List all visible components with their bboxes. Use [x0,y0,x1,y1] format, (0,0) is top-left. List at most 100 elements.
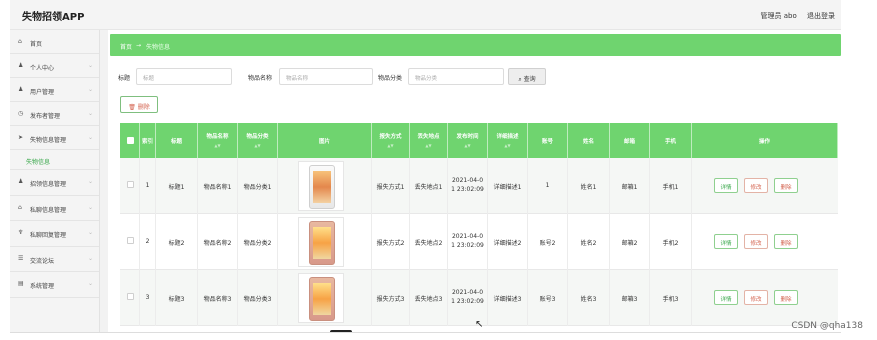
sort-icon[interactable]: ▲▼ [410,143,447,148]
cell-text: 物品名称1 [203,184,232,191]
cell-text: 标题1 [168,184,185,191]
column-header-label: 姓名 [582,139,594,145]
delete-button[interactable]: 删除 [774,290,798,305]
row-checkbox[interactable] [127,237,134,244]
column-header-email[interactable]: 邮箱 [610,123,650,158]
cell-phone: 手机3 [650,270,692,326]
cell-account: 1 [528,158,568,214]
select-all-checkbox[interactable] [127,137,134,144]
phone-image [309,221,335,265]
item-image[interactable] [298,217,344,267]
item-image[interactable] [298,161,344,211]
row-checkbox[interactable] [127,293,134,300]
sidebar-subitem-lost-info[interactable]: 失物信息 [10,150,99,170]
delete-button[interactable]: 删除 [774,178,798,193]
sort-icon[interactable]: ▲▼ [372,143,409,148]
cell-text: 手机1 [662,184,679,191]
cell-phone: 手机1 [650,158,692,214]
home-icon: ⌂ [18,38,22,45]
query-button[interactable]: ⌕ 查询 [508,68,546,85]
chevron-down-icon: ⌄ [87,254,93,262]
sidebar-item[interactable]: ➤ 失物信息管理 ⌄ [10,126,99,150]
sidebar-item[interactable]: ▤ 系统管理 ⌄ [10,272,99,298]
phone-screen [313,283,331,315]
column-header-title[interactable]: 标题 [156,123,198,158]
column-header-check [120,123,140,158]
cell-name: 姓名1 [568,158,610,214]
sidebar-item-label: 发布者管理 [30,113,61,120]
cell-actions: 详情 修改 删除 [692,270,838,326]
column-header-index[interactable]: 索引 [140,123,156,158]
sidebar-item[interactable]: ♆ 私聊回复管理 ⌄ [10,221,99,247]
time-line-2: 1 23:02:09 [451,298,484,305]
cell-detail-desc: 详细描述1 [488,158,528,214]
column-header-account[interactable]: 账号 [528,123,568,158]
cell-item-category: 物品分类1 [238,158,278,214]
search-category-input[interactable]: 物品分类 [408,68,504,85]
cell-title: 标题3 [156,270,198,326]
table-header: 索引 标题 物品名称 ▲▼ 物品分类 ▲▼ 图片 报失方式 ▲▼ 丢失地点 ▲▼ 发布时间 ▲▼ 详细描述… [120,123,838,158]
cell-title: 标题1 [156,158,198,214]
detail-button[interactable]: 详情 [714,290,738,305]
sort-icon[interactable]: ▲▼ [488,143,527,148]
sort-icon[interactable]: ▲▼ [198,143,237,148]
edit-button[interactable]: 修改 [744,290,768,305]
column-header-detail-desc[interactable]: 详细描述 ▲▼ [488,123,528,158]
time-line-2: 1 23:02:09 [451,242,484,249]
sidebar-item[interactable]: ♟ 招领信息管理 ⌄ [10,170,99,196]
cell-text: 丢失地点3 [414,296,443,303]
edit-button[interactable]: 修改 [744,234,768,249]
delete-button[interactable]: 删除 [774,234,798,249]
clock-icon: ◷ [18,110,24,117]
item-image[interactable] [298,273,344,323]
column-header-publish-time[interactable]: 发布时间 ▲▼ [448,123,488,158]
sidebar-item[interactable]: ♟ 用户管理 ⌄ [10,78,99,102]
breadcrumb-home[interactable]: 首页 [120,42,132,51]
column-header-lost-place[interactable]: 丢失地点 ▲▼ [410,123,448,158]
cell-text: 1 [545,182,550,189]
cell-text: 物品名称2 [203,240,232,247]
column-header-contact[interactable]: 报失方式 ▲▼ [372,123,410,158]
cell-text: 报失方式3 [376,296,405,303]
detail-button[interactable]: 详情 [714,234,738,249]
sidebar-item-label: 个人中心 [30,65,55,72]
cell-text: 3 [145,294,150,301]
sidebar-item[interactable]: ☰ 交流论坛 ⌄ [10,247,99,272]
column-header-item-name[interactable]: 物品名称 ▲▼ [198,123,238,158]
column-header-image[interactable]: 图片 [278,123,372,158]
batch-delete-button[interactable]: 🗑 删除 [120,96,158,113]
logout-link[interactable]: 退出登录 [807,12,835,20]
phone-image [309,277,335,321]
cell-publish-time: 2021-04-0 1 23:02:09 [448,214,488,270]
sidebar-item[interactable]: ⌂ 私聊信息管理 ⌄ [10,196,99,221]
cell-contact: 报失方式1 [372,158,410,214]
search-icon: ⌕ [518,76,522,83]
users-icon: ♟ [18,86,24,93]
column-header-name[interactable]: 姓名 [568,123,610,158]
column-header-item-category[interactable]: 物品分类 ▲▼ [238,123,278,158]
sidebar-item[interactable]: ♟ 个人中心 ⌄ [10,54,99,78]
column-header-label: 图片 [318,139,330,145]
cell-publish-time: 2021-04-0 1 23:02:09 [448,270,488,326]
sort-icon[interactable]: ▲▼ [238,143,277,148]
time-line-1: 2021-04-0 [451,177,484,184]
sort-icon[interactable]: ▲▼ [448,143,487,148]
time-line-2: 1 23:02:09 [451,186,484,193]
cell-text: 标题2 [168,240,185,247]
sidebar-item[interactable]: ◷ 发布者管理 ⌄ [10,102,99,126]
column-header-label: 邮箱 [623,139,635,145]
row-checkbox[interactable] [127,181,134,188]
search-name-input[interactable]: 物品名称 [279,68,373,85]
sidebar-item-label: 私聊信息管理 [30,206,67,214]
search-title-input[interactable]: 标题 [136,68,232,85]
column-header-phone[interactable]: 手机 [650,123,692,158]
edit-button[interactable]: 修改 [744,178,768,193]
cell-item-category: 物品分类2 [238,214,278,270]
column-header-actions[interactable]: 操作 [692,123,838,158]
cell-lost-place: 丢失地点1 [410,158,448,214]
phone-image [309,165,335,209]
cell-text: 账号3 [539,296,556,303]
cell-name: 姓名2 [568,214,610,270]
sidebar-item[interactable]: ⌂ 首页 [10,30,99,54]
detail-button[interactable]: 详情 [714,178,738,193]
